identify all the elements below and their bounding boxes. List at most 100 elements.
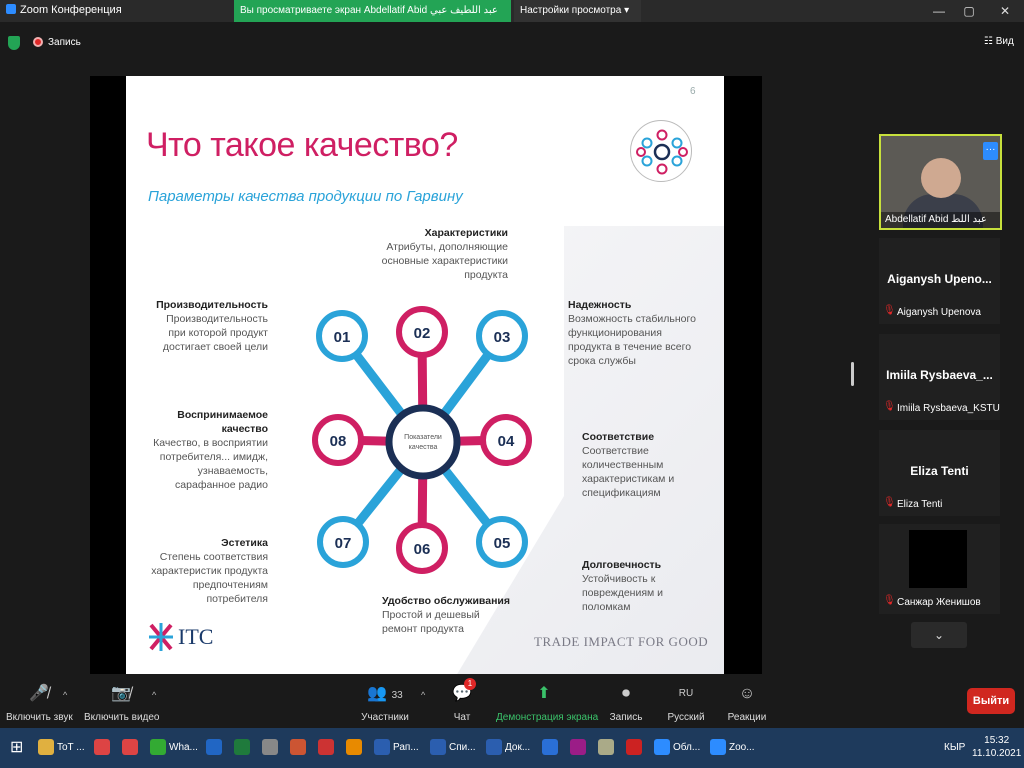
participant-tile[interactable]: Aiganysh Upeno... 🎙 Aiganysh Upenova bbox=[879, 238, 1000, 324]
chat-label: Чат bbox=[453, 712, 471, 723]
taskbar-app-10[interactable]: Рап... bbox=[374, 736, 419, 760]
participant-video-tile[interactable]: ··· Abdellatif Abid عبد اللط bbox=[879, 134, 1002, 230]
app-icon bbox=[430, 739, 446, 756]
more-options-button[interactable]: ··· bbox=[983, 142, 998, 160]
participant-display-name: Eliza Tenti bbox=[910, 464, 969, 478]
itc-logo-text: ITC bbox=[178, 624, 214, 649]
label-title: Долговечность bbox=[582, 559, 662, 571]
view-settings-label: Настройки просмотра bbox=[520, 5, 622, 16]
scroll-down-button[interactable]: ⌄ bbox=[911, 622, 967, 648]
audio-options-caret[interactable]: ^ bbox=[63, 690, 67, 700]
shield-icon[interactable] bbox=[8, 36, 20, 50]
app-icon bbox=[570, 739, 586, 756]
share-screen-button[interactable]: ⬆ Демонстрация экрана bbox=[496, 682, 598, 723]
taskbar-app-4[interactable] bbox=[206, 736, 225, 760]
mic-muted-icon: 🎙 bbox=[883, 497, 896, 508]
video-options-caret[interactable]: ^ bbox=[152, 690, 156, 700]
mic-muted-icon: 🎙 bbox=[883, 401, 896, 412]
app-icon bbox=[654, 739, 670, 756]
leave-button[interactable]: Выйти bbox=[967, 688, 1015, 714]
taskbar-app-3[interactable]: Wha... bbox=[150, 736, 198, 760]
taskbar-app-12[interactable]: Док... bbox=[486, 736, 530, 760]
record-icon[interactable] bbox=[33, 37, 43, 47]
record-label: Запись bbox=[609, 712, 643, 723]
language-button[interactable]: RU Русский bbox=[666, 682, 706, 723]
taskbar-clock[interactable]: 15:32 11.10.2021 bbox=[972, 734, 1021, 760]
hub-node-label: 08 bbox=[330, 433, 347, 450]
slide-tagline: TRADE IMPACT FOR GOOD bbox=[534, 634, 709, 649]
view-settings-button[interactable]: Настройки просмотра ▾ bbox=[514, 0, 641, 22]
participant-name: Aiganysh Upenova bbox=[897, 307, 981, 318]
app-icon bbox=[206, 739, 222, 756]
taskbar-app-7[interactable] bbox=[290, 736, 309, 760]
mic-muted-icon: 🎙 bbox=[883, 305, 896, 316]
label-serviceability: Удобство обслуживания Простой и дешевый р… bbox=[382, 594, 512, 636]
app-icon bbox=[94, 739, 110, 756]
label-title: Воспринимаемое качество bbox=[177, 409, 268, 435]
app-icon bbox=[38, 739, 54, 756]
windows-taskbar: ⊞ ToT ... Wha... Рап... Спи... Док... Обл... Z… bbox=[0, 728, 1024, 768]
participant-tile[interactable]: Eliza Tenti 🎙 Eliza Tenti bbox=[879, 430, 1000, 516]
taskbar-app-17[interactable]: Обл... bbox=[654, 736, 700, 760]
maximize-button[interactable]: ▢ bbox=[958, 2, 980, 20]
taskbar-app-0[interactable]: ToT ... bbox=[38, 736, 85, 760]
taskbar-app-13[interactable] bbox=[542, 736, 561, 760]
view-button[interactable]: ☷ Вид bbox=[984, 36, 1014, 47]
unmute-label: Включить звук bbox=[6, 712, 73, 723]
label-perceived-quality: Воспринимаемое качество Качество, в воспр… bbox=[148, 408, 268, 492]
app-icon bbox=[374, 739, 390, 756]
participant-face bbox=[921, 158, 961, 198]
taskbar-app-15[interactable] bbox=[598, 736, 617, 760]
app-icon bbox=[318, 739, 334, 756]
app-icon bbox=[542, 739, 558, 756]
record-button[interactable]: ⏺ Запись bbox=[608, 682, 644, 723]
label-title: Удобство обслуживания bbox=[382, 595, 511, 607]
app-title: Zoom Конференция bbox=[6, 4, 122, 16]
taskbar-app-8[interactable] bbox=[318, 736, 337, 760]
label-title: Характеристики bbox=[424, 227, 508, 239]
chevron-down-icon: ▾ bbox=[624, 5, 630, 16]
participants-button[interactable]: 👥 33 Участники bbox=[358, 682, 412, 723]
participant-tile[interactable]: Imiila Rysbaeva_... 🎙 Imiila Rysbaeva_KS… bbox=[879, 334, 1000, 420]
taskbar-app-6[interactable] bbox=[262, 736, 281, 760]
keyboard-language[interactable]: КЫР bbox=[944, 742, 965, 753]
hub-node-label: 07 bbox=[335, 535, 352, 552]
panel-resize-handle[interactable] bbox=[851, 362, 854, 386]
label-title: Производительность bbox=[156, 299, 268, 311]
windows-start-icon[interactable]: ⊞ bbox=[10, 736, 23, 760]
meeting-toolbar: 🎤̸ Включить звук ^ 📷̸ Включить видео ^ 👥 3… bbox=[0, 678, 1024, 728]
chevron-down-icon: ⌄ bbox=[933, 628, 945, 642]
taskbar-app-11[interactable]: Спи... bbox=[430, 736, 476, 760]
label-text: Производительность при которой продукт д… bbox=[162, 313, 268, 353]
participants-caret[interactable]: ^ bbox=[421, 690, 425, 700]
participant-name: Санжар Женишов bbox=[897, 597, 981, 608]
app-icon bbox=[122, 739, 138, 756]
app-label: Спи... bbox=[449, 742, 476, 753]
participant-display-name: Imiila Rysbaeva_... bbox=[886, 368, 993, 382]
mic-muted-icon: 🎙 bbox=[883, 595, 896, 606]
app-label: ToT ... bbox=[57, 742, 85, 753]
taskbar-app-16[interactable] bbox=[626, 736, 645, 760]
start-video-button[interactable]: 📷̸ Включить видео bbox=[84, 682, 160, 723]
app-icon bbox=[262, 739, 278, 756]
app-label: Wha... bbox=[169, 742, 198, 753]
participant-tile[interactable]: 🎙 Санжар Женишов bbox=[879, 524, 1000, 614]
camera-off-icon: 📷̸ bbox=[111, 685, 131, 702]
close-button[interactable]: ✕ bbox=[994, 2, 1016, 20]
unmute-button[interactable]: 🎤̸ Включить звук bbox=[6, 682, 73, 723]
taskbar-app-2[interactable] bbox=[122, 736, 141, 760]
taskbar-app-5[interactable] bbox=[234, 736, 253, 760]
app-icon bbox=[626, 739, 642, 756]
participant-name: Abdellatif Abid عبد اللط bbox=[881, 212, 1000, 228]
app-label: Док... bbox=[505, 742, 531, 753]
record-icon: ⏺ bbox=[621, 685, 630, 702]
start-video-label: Включить видео bbox=[84, 712, 160, 723]
taskbar-app-1[interactable] bbox=[94, 736, 113, 760]
app-label: Обл... bbox=[673, 742, 701, 753]
participant-avatar bbox=[909, 530, 967, 588]
minimize-button[interactable]: — bbox=[928, 2, 950, 20]
taskbar-app-14[interactable] bbox=[570, 736, 589, 760]
taskbar-app-18[interactable]: Zoo... bbox=[710, 736, 755, 760]
taskbar-app-9[interactable] bbox=[346, 736, 365, 760]
reactions-button[interactable]: ☺ Реакции bbox=[726, 682, 768, 723]
